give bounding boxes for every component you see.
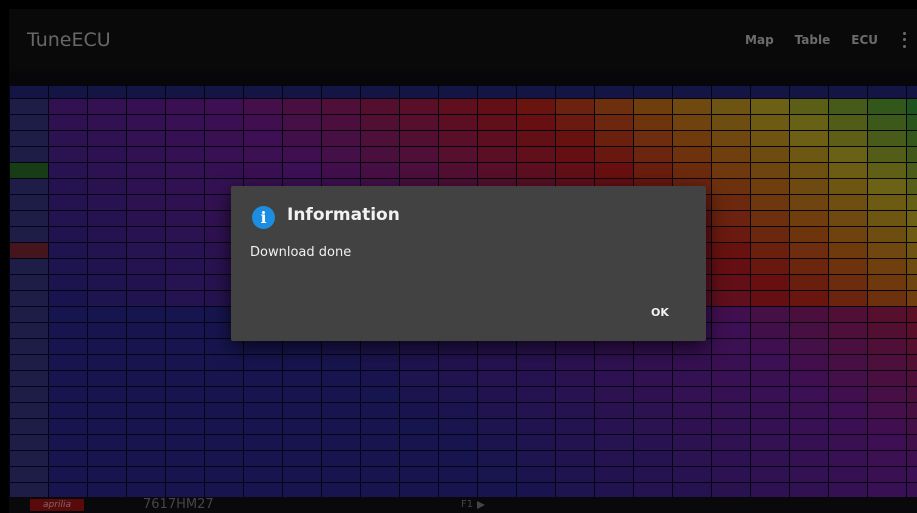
ok-button[interactable]: OK (647, 304, 673, 321)
info-icon: i (252, 206, 275, 229)
information-dialog: i Information Download done OK (231, 186, 706, 341)
dialog-title: Information (287, 205, 400, 225)
dialog-message: Download done (250, 245, 352, 260)
